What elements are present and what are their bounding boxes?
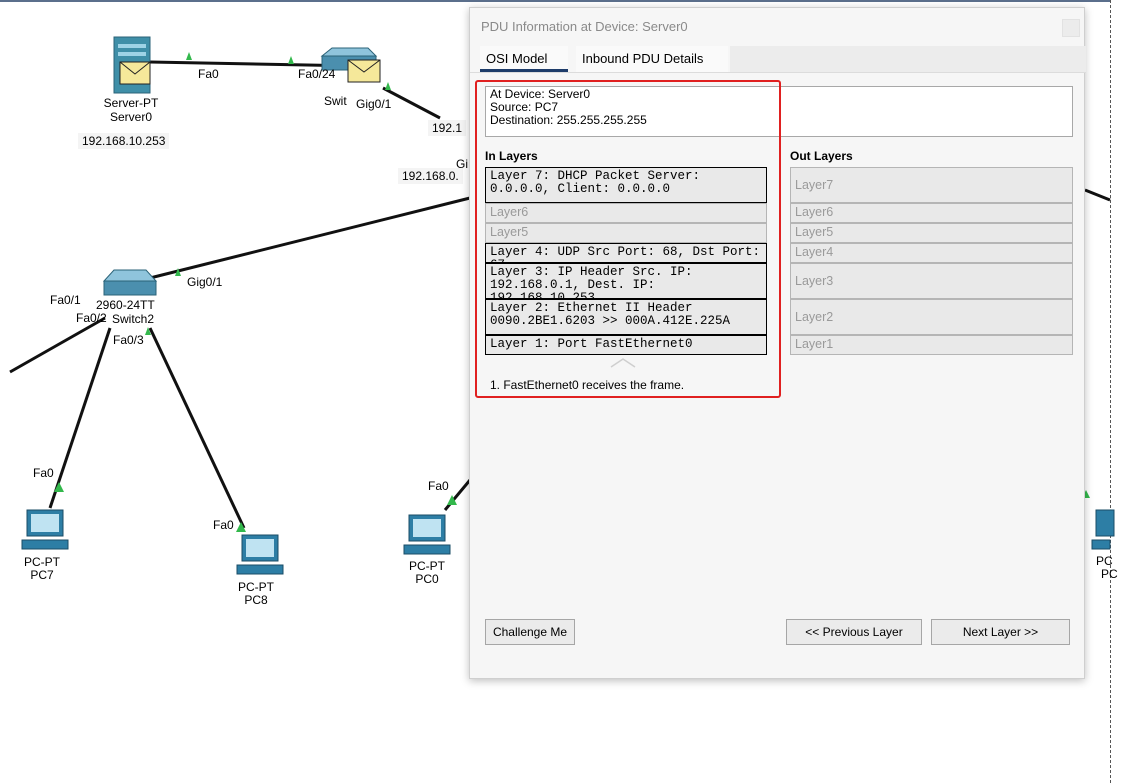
link-switch-router[interactable] — [382, 86, 441, 120]
highlight-annotation-box — [475, 80, 781, 398]
server0-ip-label: 192.168.10.253 — [78, 133, 170, 149]
server0-name-label: Server0 — [109, 110, 153, 124]
pc-right-device-icon[interactable] — [1091, 509, 1115, 550]
out-layers-header: Out Layers — [790, 149, 853, 163]
link-switch2-router[interactable] — [149, 196, 471, 280]
out-layer-4[interactable]: Layer4 — [790, 243, 1073, 263]
switch2-fa01-label: Fa0/1 — [50, 293, 81, 307]
pc0-device-icon[interactable] — [403, 514, 451, 555]
link-up-icon — [186, 52, 192, 60]
link-up-icon — [385, 82, 391, 90]
tab-osi-model[interactable]: OSI Model — [480, 46, 568, 72]
out-layer-3[interactable]: Layer3 — [790, 263, 1073, 299]
tab-strip-background — [730, 46, 1086, 72]
link-switch2-pc7[interactable] — [48, 327, 112, 509]
switch-top-port-left: Fa0/24 — [298, 67, 336, 81]
pc8-name-label: PC8 — [244, 593, 268, 607]
link-up-icon — [288, 56, 294, 64]
pdu-information-dialog[interactable]: PDU Information at Device: Server0 OSI M… — [469, 7, 1086, 679]
pc7-port-label: Fa0 — [33, 466, 54, 480]
next-layer-button[interactable]: Next Layer >> — [931, 619, 1070, 645]
close-button[interactable] — [1062, 19, 1080, 37]
out-layer-5[interactable]: Layer5 — [790, 223, 1073, 243]
server0-device-icon[interactable] — [113, 36, 151, 94]
server0-type-label: Server-PT — [103, 96, 159, 110]
link-switch2-fa01[interactable] — [9, 316, 106, 374]
pc7-type-label: PC-PT — [24, 555, 60, 569]
switch2-fa03-label: Fa0/3 — [113, 333, 144, 347]
switch2-name-label: Switch2 — [112, 312, 155, 326]
pc-right-type-label: PC — [1096, 554, 1113, 568]
link-right[interactable] — [1084, 188, 1111, 202]
out-layer-2[interactable]: Layer2 — [790, 299, 1073, 335]
pc7-device-icon[interactable] — [21, 509, 69, 550]
switch2-model-label: 2960-24TT — [96, 298, 155, 312]
pc8-device-icon[interactable] — [236, 534, 284, 575]
tab-inbound-pdu-details[interactable]: Inbound PDU Details — [576, 46, 728, 72]
switch2-fa02-label: Fa0/2 — [76, 311, 107, 325]
pc0-port-label: Fa0 — [428, 479, 449, 493]
out-layer-6[interactable]: Layer6 — [790, 203, 1073, 223]
link-switch2-pc8[interactable] — [148, 327, 246, 529]
switch2-device-icon[interactable] — [102, 269, 158, 296]
switch-top-label: Swit — [324, 94, 347, 108]
pc8-port-label: Fa0 — [213, 518, 234, 532]
pc0-name-label: PC0 — [415, 572, 439, 586]
pc7-name-label: PC7 — [30, 568, 54, 582]
switch2-gig-port-label: Gig0/1 — [187, 275, 223, 289]
out-layer-7[interactable]: Layer7 — [790, 167, 1073, 203]
pc8-type-label: PC-PT — [238, 580, 274, 594]
server0-port-label: Fa0 — [198, 67, 219, 81]
tab-bar: OSI Model Inbound PDU Details — [470, 46, 1086, 72]
router-ip-partial-1: 192.1 — [428, 120, 467, 136]
switch-top-port-right: Gig0/1 — [356, 97, 392, 111]
challenge-me-button[interactable]: Challenge Me — [485, 619, 575, 645]
tab-panel-divider — [470, 72, 1086, 73]
pc-right-name-label: PC — [1101, 567, 1118, 581]
pc0-type-label: PC-PT — [409, 559, 445, 573]
previous-layer-button[interactable]: << Previous Layer — [786, 619, 922, 645]
router-ip-partial-2: 192.168.0. — [398, 168, 463, 184]
dialog-title: PDU Information at Device: Server0 — [481, 19, 688, 34]
out-layer-1[interactable]: Layer1 — [790, 335, 1073, 355]
